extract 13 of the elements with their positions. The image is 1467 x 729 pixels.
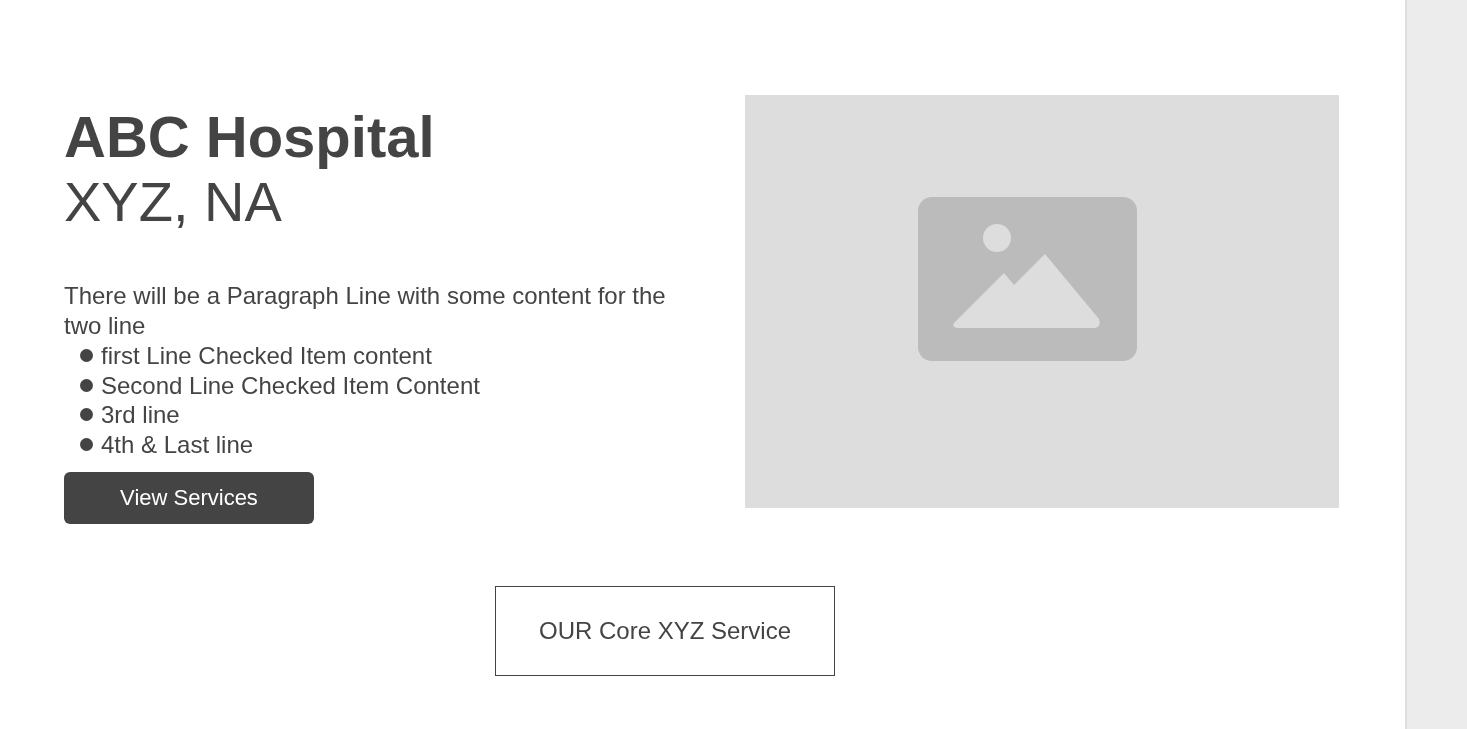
bullet-icon [80, 378, 93, 392]
bullet-icon [80, 437, 93, 451]
bullet-icon [80, 408, 93, 422]
view-services-button[interactable]: View Services [64, 472, 314, 524]
bullet-icon [80, 349, 93, 363]
image-icon [917, 197, 1137, 361]
hospital-name: ABC Hospital [64, 105, 436, 169]
location-text: XYZ, NA [64, 169, 283, 235]
section-heading: OUR Core XYZ Service [495, 586, 835, 676]
list-item-text: first Line Checked Item content [101, 341, 432, 371]
list-item-text: 3rd line [101, 400, 180, 430]
list-item-text: 4th & Last line [101, 429, 254, 459]
list-item-text: Second Line Checked Item Content [101, 370, 480, 400]
